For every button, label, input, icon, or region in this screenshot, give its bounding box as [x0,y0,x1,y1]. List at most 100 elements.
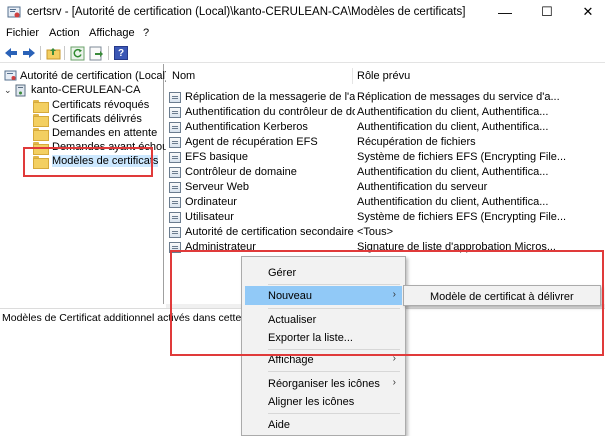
template-role: Système de fichiers EFS (Encrypting File… [357,151,567,163]
menu-item-aligner[interactable]: Aligner les icônes [245,392,402,411]
tree-item-label: Certificats révoqués [52,99,150,111]
menu-item-label: Réorganiser les icônes [268,377,380,390]
chevron-right-icon: › [392,377,396,388]
tree-root[interactable]: Autorité de certification (Local) [4,69,169,83]
status-text: Modèles de Certificat additionnel activé… [2,312,280,324]
template-name: Authentification Kerberos [185,121,308,133]
close-button[interactable]: ✕ [571,0,605,24]
certificate-template-icon [169,241,181,253]
template-role: Réplication de messages du service d'a..… [357,91,560,103]
menu-action[interactable]: Action [49,27,80,39]
certificate-template-icon [169,226,181,238]
template-role: Authentification du client, Authentifica… [357,106,549,118]
template-name: Utilisateur [185,211,234,223]
folder-icon [33,155,49,169]
submenu-nouveau: Modèle de certificat à délivrer [403,285,601,306]
menu-item-label: Aide [268,418,291,431]
up-folder-icon[interactable] [45,45,61,61]
menu-item-affichage[interactable]: Affichage › [245,350,402,369]
menu-item-label: Actualiser [268,313,317,326]
ca-root-icon [4,70,17,81]
certificate-template-icon [169,106,181,118]
tree-item-label: Modèles de certificats [52,155,159,167]
template-role: Récupération de fichiers [357,136,476,148]
certificate-template-icon [169,151,181,163]
menu-separator [268,371,400,372]
tree-item-label: Demandes ayant échoué [52,141,175,153]
table-row[interactable]: Administrateur Signature de liste d'appro… [169,240,556,254]
template-name: EFS basique [185,151,248,163]
certificate-template-icon [169,121,181,133]
template-role: Authentification du client, Authentifica… [357,121,549,133]
template-name: Autorité de certification secondaire [185,226,354,238]
maximize-button[interactable]: ☐ [530,0,564,24]
menu-affichage[interactable]: Affichage [89,27,135,39]
certificate-template-icon [169,136,181,148]
menu-item-label: Modèle de certificat à délivrer [430,290,574,303]
template-role: Authentification du client, Authentifica… [357,166,549,178]
template-name: Réplication de la messagerie de l'ann... [185,91,355,103]
menu-separator [268,413,400,414]
tree-item-label: Demandes en attente [52,127,158,139]
menu-separator [268,284,400,285]
template-name: Administrateur [185,241,256,253]
help-icon[interactable]: ? [113,45,129,61]
title-bar: certsrv - [Autorité de certification (Lo… [0,0,605,26]
tree-item-failed[interactable]: Demandes ayant échoué [33,140,175,155]
menu-separator [268,308,400,309]
help-icon-glyph: ? [114,46,128,60]
tree-ca-node[interactable]: ⌄ kanto-CERULEAN-CA [4,83,140,97]
toolbar-separator [64,46,65,60]
table-row[interactable]: Authentification du contrôleur de do... A… [169,105,548,119]
back-icon[interactable] [3,45,19,61]
menu-item-actualiser[interactable]: Actualiser [245,310,402,329]
folder-icon [33,99,49,113]
certificate-template-icon [169,91,181,103]
export-icon[interactable] [88,45,104,61]
menu-bar: Fichier Action Affichage ? [0,26,605,42]
table-row[interactable]: Utilisateur Système de fichiers EFS (Encr… [169,210,566,224]
chevron-right-icon: › [392,353,396,364]
tree-item-label: Certificats délivrés [52,113,142,125]
template-role: Authentification du client, Authentifica… [357,196,549,208]
table-row[interactable]: Serveur Web Authentification du serveur [169,180,487,194]
context-menu: Gérer Nouveau › Actualiser Exporter la li… [241,256,406,436]
tree-ca-label: kanto-CERULEAN-CA [31,84,141,96]
column-divider[interactable] [352,68,353,84]
tree-item-pending[interactable]: Demandes en attente [33,126,158,141]
menu-item-reorganiser[interactable]: Réorganiser les icônes › [245,374,402,393]
folder-icon [33,113,49,127]
tree-item-templates[interactable]: Modèles de certificats [33,154,159,169]
table-row[interactable]: Agent de récupération EFS Récupération de… [169,135,476,149]
tree-item-issued[interactable]: Certificats délivrés [33,112,142,127]
chevron-down-icon[interactable]: ⌄ [4,85,14,96]
menu-item-label: Affichage [268,353,314,366]
menu-fichier[interactable]: Fichier [6,27,39,39]
table-row[interactable]: Ordinateur Authentification du client, Au… [169,195,548,209]
template-name: Serveur Web [185,181,249,193]
table-row[interactable]: Contrôleur de domaine Authentification du… [169,165,548,179]
toolbar-separator [108,46,109,60]
minimize-button[interactable]: — [488,0,522,24]
table-row[interactable]: Réplication de la messagerie de l'ann...… [169,90,560,104]
table-row[interactable]: Authentification Kerberos Authentificatio… [169,120,548,134]
menu-item-aide[interactable]: Aide [245,415,402,434]
menu-item-exporter[interactable]: Exporter la liste... [245,328,402,347]
table-row[interactable]: EFS basique Système de fichiers EFS (Encr… [169,150,566,164]
template-name: Authentification du contrôleur de do... [185,106,355,118]
menu-item-label: Aligner les icônes [268,395,355,408]
tree-item-revoked[interactable]: Certificats révoqués [33,98,150,113]
window-title: certsrv - [Autorité de certification (Lo… [27,6,466,18]
forward-icon[interactable] [21,45,37,61]
column-header-name[interactable]: Nom [172,70,195,82]
column-header-role[interactable]: Rôle prévu [357,70,410,82]
menu-item-nouveau[interactable]: Nouveau › [245,286,402,305]
tree-root-label: Autorité de certification (Local) [20,70,169,82]
menu-item-gerer[interactable]: Gérer [245,263,402,282]
refresh-icon[interactable] [69,45,85,61]
menu-help[interactable]: ? [143,27,149,39]
template-role: Système de fichiers EFS (Encrypting File… [357,211,567,223]
menu-item-template-to-issue[interactable]: Modèle de certificat à délivrer [406,287,598,306]
table-row[interactable]: Autorité de certification secondaire <Tou… [169,225,393,239]
template-name: Ordinateur [185,196,237,208]
